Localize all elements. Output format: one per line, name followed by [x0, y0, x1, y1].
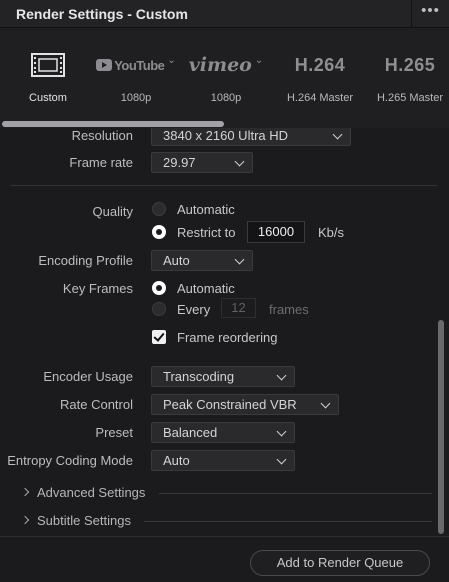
chevron-right-icon — [20, 515, 30, 525]
encoder-usage-label: Encoder Usage — [43, 369, 133, 384]
frame-rate-label: Frame rate — [69, 155, 133, 170]
encoder-usage-row: Encoder Usage Transcoding — [0, 366, 440, 388]
rate-control-dropdown[interactable]: Peak Constrained VBR — [151, 394, 339, 415]
encoder-usage-dropdown[interactable]: Transcoding — [151, 366, 295, 387]
frame-reordering-label: Frame reordering — [177, 330, 278, 345]
key-frames-automatic-radio[interactable] — [152, 281, 166, 295]
preset-h265[interactable]: H.265 H.265 Master — [370, 28, 449, 124]
chevron-down-icon — [234, 254, 245, 265]
encoding-profile-row: Encoding Profile Auto — [0, 250, 440, 272]
chevron-down-icon — [332, 129, 343, 140]
rate-control-row: Rate Control Peak Constrained VBR — [0, 394, 440, 416]
entropy-coding-label: Entropy Coding Mode — [7, 453, 133, 468]
h264-logo: H.264 — [294, 54, 346, 75]
advanced-settings-section[interactable]: Advanced Settings — [20, 485, 432, 503]
resolution-label: Resolution — [71, 128, 133, 143]
bitrate-input[interactable]: 16000 — [247, 221, 305, 243]
preset-label: H.264 Master — [286, 92, 354, 104]
preset-row: Preset Balanced — [0, 422, 440, 444]
preset-vimeo[interactable]: vimeo ⌄ 1080p — [186, 28, 266, 124]
key-frames-interval-input[interactable]: 12 — [221, 298, 256, 318]
preset-youtube[interactable]: YouTube ⌄ 1080p — [96, 28, 176, 124]
divider — [144, 521, 432, 522]
quality-label: Quality — [92, 204, 133, 219]
chevron-right-icon — [20, 487, 30, 497]
advanced-settings-label: Advanced Settings — [37, 485, 146, 500]
vertical-scrollbar[interactable] — [438, 320, 444, 534]
chevron-down-icon — [276, 426, 287, 437]
chevron-down-icon[interactable]: ⌄ — [255, 55, 263, 66]
key-frames-automatic-label: Automatic — [177, 281, 235, 296]
key-frames-every-radio[interactable] — [152, 302, 166, 316]
preset-label: 1080p — [120, 92, 152, 104]
settings-panel: Resolution 3840 x 2160 Ultra HD Frame ra… — [0, 128, 449, 536]
preset-label: Preset — [95, 425, 133, 440]
youtube-logo: YouTube — [96, 58, 165, 73]
divider — [159, 493, 432, 494]
rate-control-label: Rate Control — [60, 397, 133, 412]
resolution-row: Resolution 3840 x 2160 Ultra HD — [0, 128, 440, 147]
chevron-down-icon — [276, 454, 287, 465]
subtitle-settings-label: Subtitle Settings — [37, 513, 131, 528]
key-frames-every-label: Every — [177, 302, 211, 317]
horizontal-scrollbar[interactable] — [2, 121, 224, 127]
chevron-down-icon[interactable]: ⌄ — [167, 55, 175, 66]
footer-bar: Add to Render Queue — [0, 536, 449, 582]
preset-custom[interactable]: Custom — [10, 28, 86, 124]
quality-restrict-label: Restrict to — [177, 225, 236, 240]
quality-automatic-label: Automatic — [177, 202, 235, 217]
resolution-dropdown[interactable]: 3840 x 2160 Ultra HD — [151, 128, 351, 146]
frame-reordering-checkbox[interactable] — [152, 330, 166, 344]
frame-rate-dropdown[interactable]: 29.97 — [151, 152, 253, 173]
encoding-profile-label: Encoding Profile — [38, 253, 133, 268]
chevron-down-icon — [320, 398, 331, 409]
chevron-down-icon — [234, 156, 245, 167]
vimeo-logo: vimeo — [188, 54, 252, 76]
encoding-profile-dropdown[interactable]: Auto — [151, 250, 253, 271]
key-frames-unit: frames — [269, 302, 309, 317]
key-frames-label: Key Frames — [62, 281, 133, 296]
divider — [10, 185, 437, 186]
bitrate-unit: Kb/s — [318, 225, 345, 240]
preset-label: Custom — [29, 92, 67, 104]
preset-dropdown[interactable]: Balanced — [151, 422, 295, 443]
h265-logo: H.265 — [384, 54, 436, 75]
quality-restrict-radio[interactable] — [152, 225, 166, 239]
title-bar: Render Settings - Custom ••• — [0, 0, 449, 28]
entropy-coding-row: Entropy Coding Mode Auto — [0, 450, 440, 472]
window-title: Render Settings - Custom — [16, 6, 188, 22]
preset-strip: Custom YouTube ⌄ 1080p vimeo ⌄ 1080p H.2… — [0, 28, 449, 128]
subtitle-settings-section[interactable]: Subtitle Settings — [20, 513, 432, 531]
film-strip-icon — [31, 53, 65, 77]
preset-label: H.265 Master — [376, 92, 444, 104]
preset-h264[interactable]: H.264 H.264 Master — [280, 28, 360, 124]
more-options-icon[interactable]: ••• — [411, 0, 449, 28]
preset-label: 1080p — [210, 92, 242, 104]
frame-rate-row: Frame rate 29.97 — [0, 152, 440, 174]
chevron-down-icon — [276, 370, 287, 381]
add-to-render-queue-button[interactable]: Add to Render Queue — [250, 550, 430, 576]
entropy-coding-dropdown[interactable]: Auto — [151, 450, 295, 471]
quality-automatic-radio[interactable] — [152, 202, 166, 216]
